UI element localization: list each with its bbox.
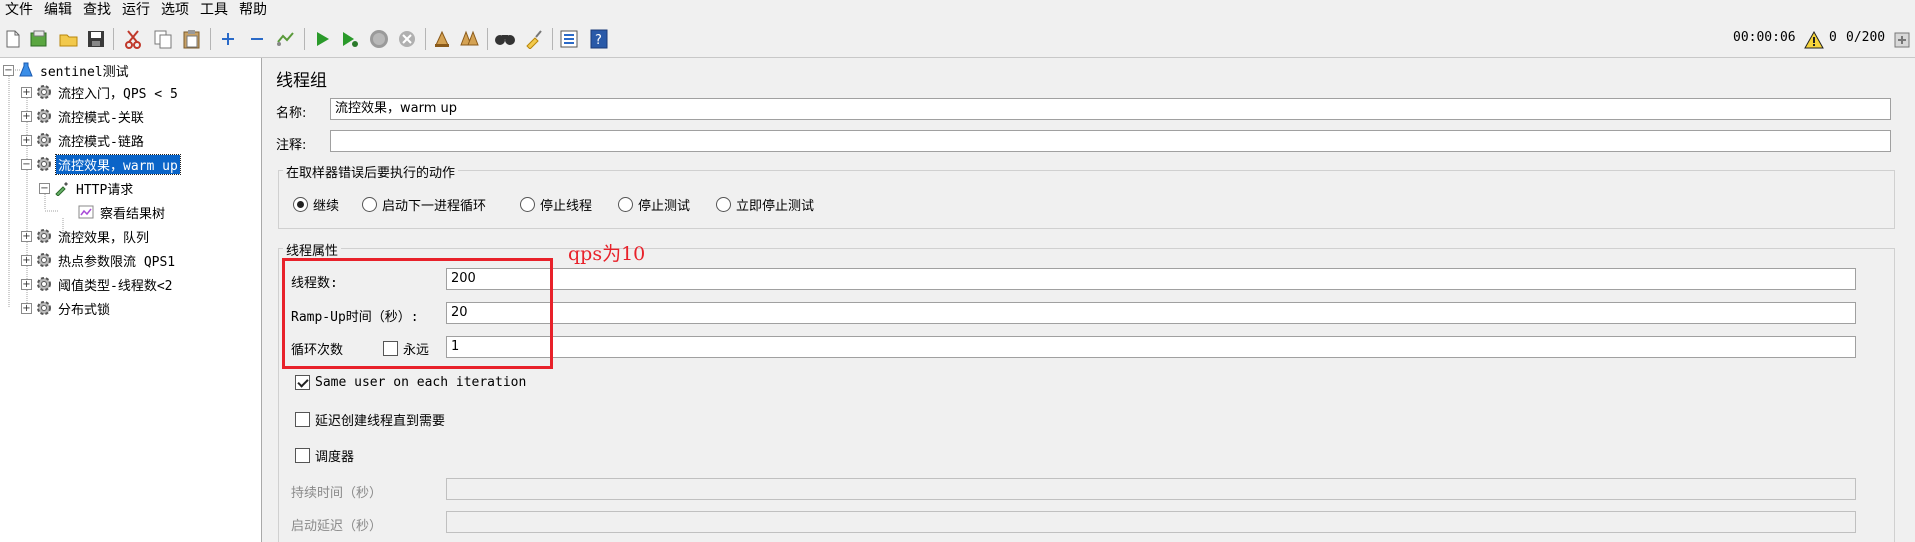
same-user-checkbox[interactable]: Same user on each iteration: [295, 375, 526, 390]
clear-icon[interactable]: [431, 28, 453, 50]
highlight-box: [282, 258, 553, 369]
thread-group-icon: [37, 229, 51, 243]
radio-stop-thread[interactable]: 停止线程: [520, 195, 592, 214]
toolbar: ? 00:00:06 0 0/200: [0, 20, 1915, 58]
toggle-icon[interactable]: [274, 28, 296, 50]
save-icon[interactable]: [85, 28, 107, 50]
stop-icon[interactable]: [368, 28, 390, 50]
start-icon[interactable]: [311, 28, 333, 50]
templates-icon[interactable]: [28, 28, 50, 50]
loop-count-field[interactable]: 1: [446, 336, 1856, 358]
radio-stop-test[interactable]: 停止测试: [618, 195, 690, 214]
tree-item-8[interactable]: + 阈值类型-线程数<2: [21, 273, 174, 295]
cut-icon[interactable]: [122, 28, 144, 50]
comment-label: 注释:: [276, 138, 307, 153]
active-threads: 0/200: [1846, 30, 1886, 45]
thread-group-panel: 线程组 名称: 流控效果，warm up 注释: 在取样器错误后要执行的动作 继…: [265, 58, 1915, 542]
rampup-field[interactable]: 20: [446, 302, 1856, 324]
vertical-scrollbar[interactable]: [1896, 58, 1915, 542]
test-plan-tree: − sentinel测试 + 流控入门，QPS < 5 + 流控模式-关联 + …: [0, 58, 262, 542]
copy-icon[interactable]: [152, 28, 174, 50]
open-icon[interactable]: [58, 28, 80, 50]
menu-tools[interactable]: 工具: [195, 0, 234, 20]
remote-start-icon[interactable]: [1891, 29, 1913, 51]
startup-delay-field: [446, 511, 1856, 533]
duration-label: 持续时间（秒）: [291, 486, 383, 501]
paste-icon[interactable]: [181, 28, 203, 50]
start-no-pause-icon[interactable]: [339, 28, 361, 50]
tree-root-label: sentinel测试: [40, 64, 129, 80]
test-plan-icon: [19, 62, 33, 77]
duration-field: [446, 478, 1856, 500]
delay-thread-creation-checkbox[interactable]: 延迟创建线程直到需要: [295, 410, 445, 429]
error-action-title: 在取样器错误后要执行的动作: [283, 162, 459, 181]
tree-item-3[interactable]: − 流控效果，warm up: [21, 153, 181, 175]
menu-options[interactable]: 选项: [156, 0, 195, 20]
tree-item-7[interactable]: + 热点参数限流 QPS1: [21, 249, 177, 271]
function-helper-icon[interactable]: [558, 28, 580, 50]
new-icon[interactable]: [2, 28, 24, 50]
clear-all-icon[interactable]: [459, 28, 481, 50]
collapse-icon[interactable]: [246, 28, 268, 50]
menu-edit[interactable]: 编辑: [39, 0, 78, 20]
menu-search[interactable]: 查找: [78, 0, 117, 20]
expand-icon[interactable]: [217, 28, 239, 50]
tree-item-5[interactable]: 察看结果树: [78, 201, 167, 223]
name-field[interactable]: 流控效果，warm up: [330, 98, 1891, 120]
thread-group-icon: [37, 133, 51, 147]
scheduler-checkbox[interactable]: 调度器: [295, 446, 354, 465]
thread-group-icon: [37, 157, 51, 171]
panel-title: 线程组: [276, 71, 327, 91]
reset-search-icon[interactable]: [523, 28, 545, 50]
menu-help[interactable]: 帮助: [234, 0, 273, 20]
results-tree-icon: [78, 205, 94, 219]
thread-group-icon: [37, 109, 51, 123]
tree-item-2[interactable]: + 流控模式-链路: [21, 129, 146, 151]
radio-continue[interactable]: 继续: [293, 195, 339, 214]
thread-group-icon: [37, 301, 51, 315]
shutdown-icon[interactable]: [396, 28, 418, 50]
help-icon[interactable]: ?: [588, 28, 610, 50]
radio-start-next-loop[interactable]: 启动下一进程循环: [362, 195, 486, 214]
menu-file[interactable]: 文件: [0, 0, 39, 20]
name-label: 名称:: [276, 106, 307, 121]
tree-item-4[interactable]: − HTTP请求: [39, 177, 135, 199]
tree-item-6[interactable]: + 流控效果，队列: [21, 225, 151, 247]
startup-delay-label: 启动延迟（秒）: [291, 519, 383, 534]
elapsed-timer: 00:00:06: [1733, 30, 1796, 45]
menu-bar: 文件 编辑 查找 运行 选项 工具 帮助: [0, 0, 1915, 20]
menu-run[interactable]: 运行: [117, 0, 156, 20]
tree-item-9[interactable]: + 分布式锁: [21, 297, 112, 319]
search-icon[interactable]: [494, 28, 516, 50]
svg-text:?: ?: [595, 33, 602, 48]
thread-group-icon: [37, 253, 51, 267]
pipette-icon: [55, 182, 68, 196]
thread-group-icon: [37, 277, 51, 291]
threads-field[interactable]: 200: [446, 268, 1856, 290]
warning-count: 0: [1829, 30, 1837, 45]
radio-stop-test-now[interactable]: 立即停止测试: [716, 195, 814, 214]
tree-item-1[interactable]: + 流控模式-关联: [21, 105, 146, 127]
thread-props-title: 线程属性: [283, 240, 342, 259]
warning-icon[interactable]: [1803, 29, 1825, 51]
thread-group-icon: [37, 85, 51, 99]
tree-root[interactable]: − sentinel测试: [3, 59, 131, 81]
tree-item-0[interactable]: + 流控入门，QPS < 5: [21, 81, 180, 103]
annotation-text: qps为10: [568, 243, 646, 265]
comment-field[interactable]: [330, 130, 1891, 152]
